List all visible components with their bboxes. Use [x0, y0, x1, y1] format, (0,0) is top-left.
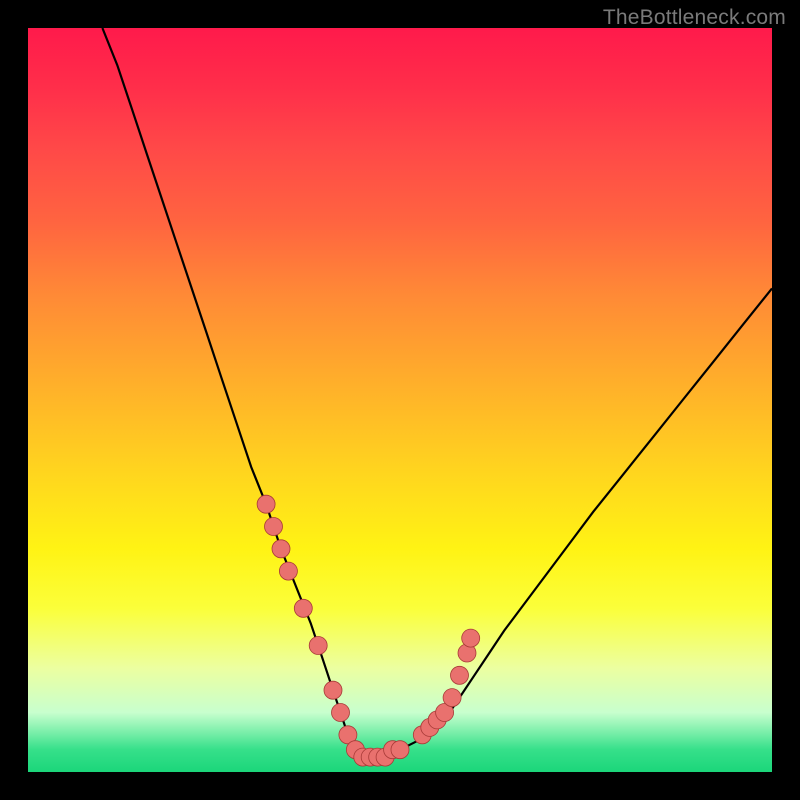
marker-dot [309, 637, 327, 655]
marker-group [257, 495, 480, 766]
marker-dot [257, 495, 275, 513]
marker-dot [272, 540, 290, 558]
curve-svg [28, 28, 772, 772]
marker-dot [451, 666, 469, 684]
watermark-text: TheBottleneck.com [603, 6, 786, 30]
marker-dot [265, 518, 283, 536]
chart-frame: TheBottleneck.com [0, 0, 800, 800]
marker-dot [391, 741, 409, 759]
marker-dot [332, 704, 350, 722]
marker-dot [324, 681, 342, 699]
marker-dot [279, 562, 297, 580]
marker-dot [462, 629, 480, 647]
bottleneck-curve [102, 28, 772, 757]
plot-area [28, 28, 772, 772]
marker-dot [294, 599, 312, 617]
marker-dot [443, 689, 461, 707]
